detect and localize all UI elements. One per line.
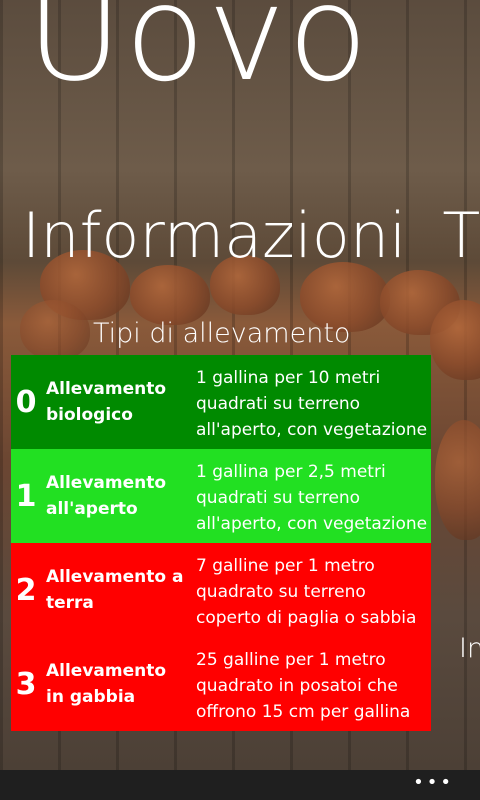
type-name: Allevamento all'aperto <box>46 473 167 519</box>
section-title: Tipi di allevamento <box>93 318 351 349</box>
type-description: 1 gallina per 10 metri quadrati su terre… <box>196 368 428 440</box>
app-title: Uovo <box>26 0 371 111</box>
pivot-item-next[interactable]: T <box>442 196 480 276</box>
type-name: Allevamento a terra <box>46 567 184 613</box>
ellipsis-icon[interactable]: ••• <box>413 772 454 793</box>
list-item: 1 Allevamento all'aperto 1 gallina per 2… <box>11 449 431 543</box>
list-item: 3 Allevamento in gabbia 25 galline per 1… <box>11 637 431 731</box>
type-number: 1 <box>15 478 37 514</box>
pivot-item-informazioni[interactable]: Informazioni <box>22 196 406 276</box>
type-number: 2 <box>15 572 37 608</box>
type-number: 3 <box>15 666 37 702</box>
type-description: 1 gallina per 2,5 metri quadrati su terr… <box>196 462 428 534</box>
farming-types-list: 0 Allevamento biologico 1 gallina per 10… <box>11 355 431 731</box>
type-description: 25 galline per 1 metro quadrato in posat… <box>196 650 411 722</box>
type-number: 0 <box>15 384 37 420</box>
next-panel-peek: In <box>459 633 480 664</box>
type-name: Allevamento in gabbia <box>46 661 167 707</box>
type-name: Allevamento biologico <box>46 379 167 425</box>
list-item: 2 Allevamento a terra 7 galline per 1 me… <box>11 543 431 637</box>
pivot-header: Informazioni T <box>22 196 480 276</box>
app-bar: ••• <box>0 770 480 800</box>
list-item: 0 Allevamento biologico 1 gallina per 10… <box>11 355 431 449</box>
type-description: 7 galline per 1 metro quadrato su terren… <box>196 556 417 628</box>
